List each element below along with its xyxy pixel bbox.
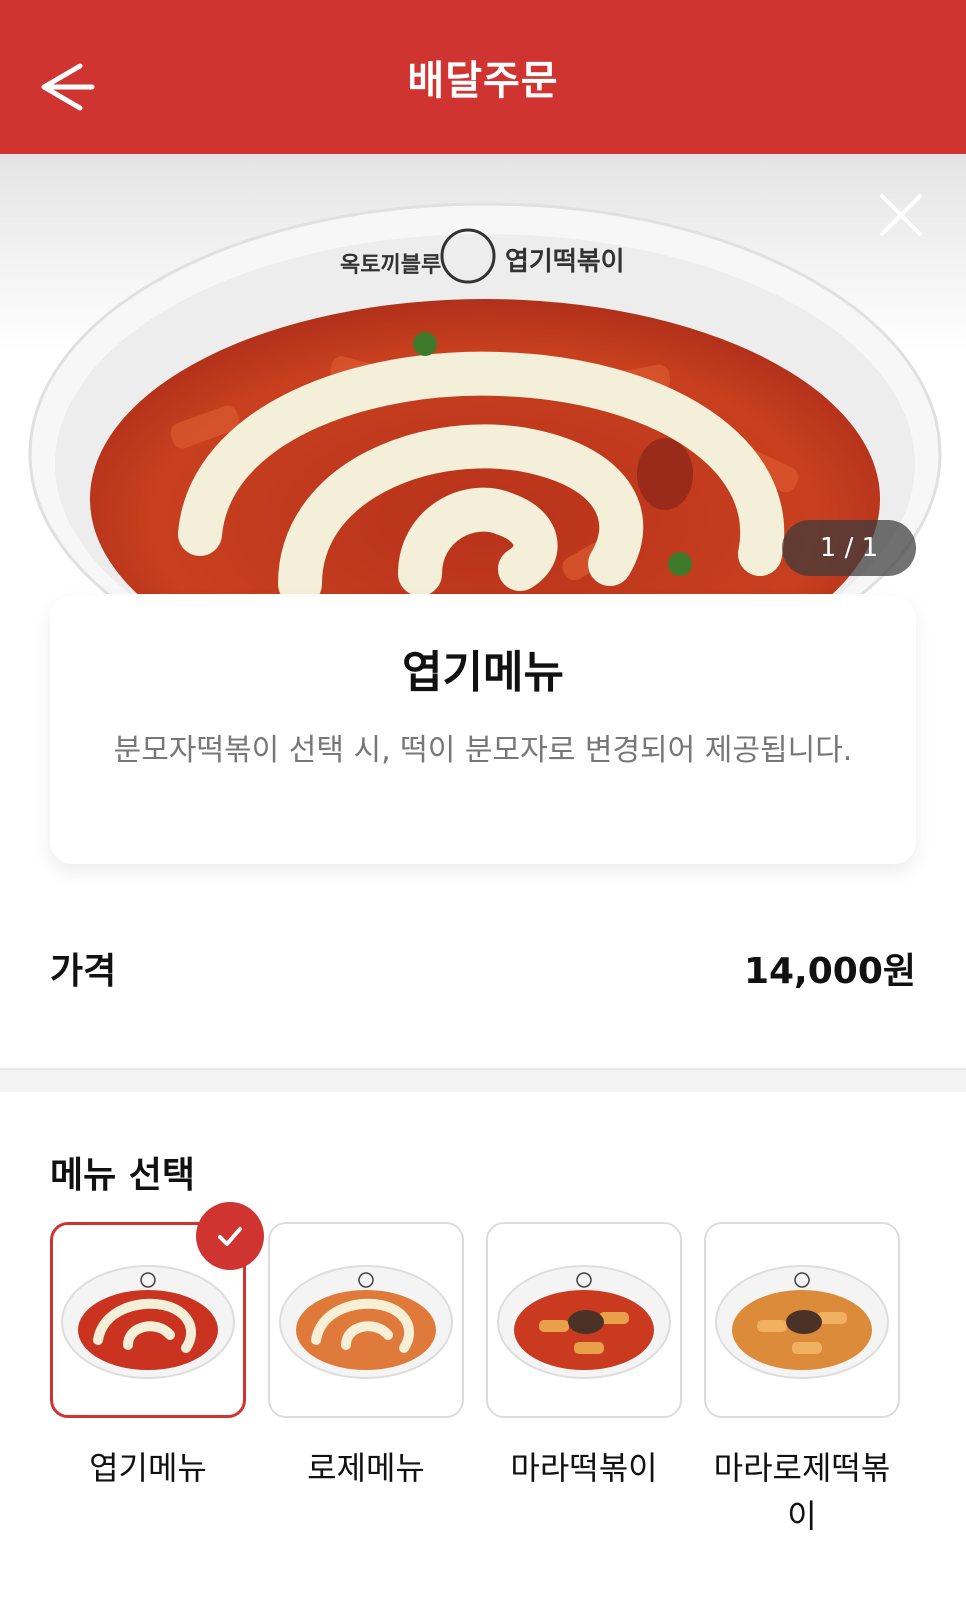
- svg-text:옥토끼블루: 옥토끼블루: [340, 253, 441, 278]
- menu-option-image: [268, 1222, 464, 1418]
- price-value: 14,000원: [743, 951, 916, 992]
- price-row: 가격 14,000원: [50, 938, 916, 998]
- arrow-left-icon: [41, 63, 95, 111]
- menu-option-yeopgi[interactable]: 엽기메뉴: [50, 1202, 264, 1492]
- menu-option-label: 엽기메뉴: [89, 1449, 207, 1487]
- close-icon: [880, 194, 922, 236]
- image-pager: 1 / 1: [782, 520, 916, 576]
- svg-text:엽기떡볶이: 엽기떡볶이: [505, 247, 625, 277]
- page-title: 배달주문: [407, 58, 559, 104]
- close-button[interactable]: [876, 190, 926, 240]
- price-label: 가격: [50, 951, 117, 992]
- product-info-card: 엽기메뉴 분모자떡볶이 선택 시, 떡이 분모자로 변경되어 제공됩니다.: [50, 596, 916, 864]
- menu-option-list: 엽기메뉴 로제메뉴 마라떡볶이 마라로제떡볶이: [50, 1202, 966, 1542]
- back-button[interactable]: [36, 62, 106, 112]
- menu-option-rose[interactable]: 로제메뉴: [268, 1222, 464, 1492]
- menu-option-label: 마라로제떡볶이: [713, 1449, 891, 1535]
- selected-check-badge: [196, 1202, 264, 1270]
- menu-option-label: 마라떡볶이: [510, 1449, 658, 1487]
- menu-option-mala-rose[interactable]: 마라로제떡볶이: [704, 1222, 900, 1540]
- menu-option-label: 로제메뉴: [307, 1449, 425, 1487]
- check-icon: [218, 1227, 242, 1246]
- menu-option-image: [486, 1222, 682, 1418]
- product-description: 분모자떡볶이 선택 시, 떡이 분모자로 변경되어 제공됩니다.: [113, 733, 853, 768]
- menu-selection-title: 메뉴 선택: [50, 1155, 196, 1196]
- product-name: 엽기메뉴: [402, 647, 564, 698]
- app-header: 배달주문: [0, 0, 966, 154]
- section-divider: [0, 1068, 966, 1092]
- menu-option-image: [704, 1222, 900, 1418]
- menu-option-mala[interactable]: 마라떡볶이: [486, 1222, 682, 1492]
- product-image-carousel[interactable]: 옥토끼블루 엽기떡볶이 1 / 1: [0, 154, 966, 594]
